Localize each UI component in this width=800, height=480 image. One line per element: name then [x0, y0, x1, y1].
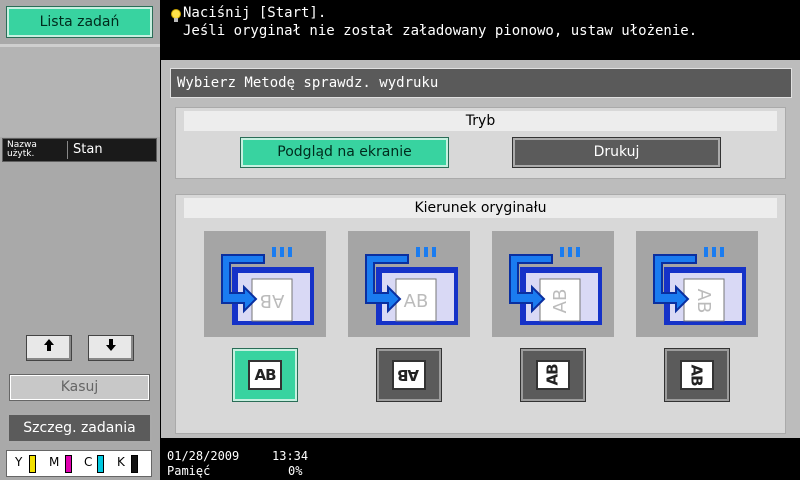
job-list-header: Nazwa użytk. Stan — [2, 138, 157, 162]
glyph-label: AB — [254, 366, 276, 384]
arrow-up-icon — [43, 339, 55, 356]
scroll-down-button[interactable] — [88, 335, 134, 361]
toner-y-bar — [29, 455, 36, 473]
job-list-button[interactable]: Lista zadań — [6, 6, 153, 38]
left-upper-area — [0, 47, 160, 137]
glyph-label: AB — [398, 366, 420, 384]
status-column-label: Stan — [73, 142, 103, 157]
original-direction-section: Kierunek oryginału AB AB AB AB AB AB AB … — [175, 194, 786, 434]
print-button[interactable]: Drukuj — [512, 137, 721, 168]
svg-text:AB: AB — [693, 289, 714, 314]
orientation-rotated-left-icon: AB — [509, 247, 602, 325]
preview-on-screen-button[interactable]: Podgląd na ekranie — [240, 137, 449, 168]
toner-levels: Y M C K — [6, 450, 152, 477]
toner-c-bar — [97, 455, 104, 473]
toner-k-label: K — [117, 455, 125, 469]
memory-value: 0% — [288, 464, 303, 478]
glyph-label: AB — [543, 364, 562, 386]
arrow-down-icon — [105, 339, 117, 356]
svg-text:AB: AB — [260, 290, 285, 311]
ab-glyph: AB — [392, 360, 426, 390]
mode-heading: Tryb — [184, 111, 777, 131]
memory-label: Pamięć — [167, 464, 211, 478]
toner-m-label: M — [49, 455, 60, 469]
orientation-rotated-right-button[interactable]: AB — [664, 348, 730, 402]
orientation-card-1: AB — [204, 231, 326, 337]
orientation-rotated-right-icon: AB — [653, 247, 746, 325]
instruction-line-2: Jeśli oryginał nie został załadowany pio… — [183, 23, 698, 39]
instruction-line-1: Naciśnij [Start]. — [183, 5, 327, 21]
ab-glyph: AB — [248, 360, 282, 390]
svg-text:AB: AB — [404, 291, 429, 312]
toner-y-label: Y — [15, 455, 23, 469]
header-separator — [67, 141, 68, 159]
ab-glyph: AB — [680, 360, 714, 390]
mode-section: Tryb Podgląd na ekranie Drukuj — [175, 107, 786, 179]
orientation-upside-down-button[interactable]: AB — [376, 348, 442, 402]
direction-heading: Kierunek oryginału — [184, 198, 777, 218]
glyph-label: AB — [687, 364, 706, 386]
lightbulb-icon — [170, 8, 182, 22]
toner-m-bar — [65, 455, 72, 473]
ab-glyph: AB — [536, 360, 570, 390]
user-name-column-label: Nazwa użytk. — [7, 140, 37, 159]
left-panel: Lista zadań Nazwa użytk. Stan Kasuj Szcz… — [0, 0, 160, 480]
toner-c-label: C — [84, 455, 93, 469]
orientation-upright-button[interactable]: AB — [232, 348, 298, 402]
orientation-upside-down-icon: AB — [365, 247, 458, 325]
job-details-button[interactable]: Szczeg. zadania — [7, 413, 152, 443]
orientation-card-2: AB — [348, 231, 470, 337]
main-panel: Wybierz Metodę sprawdz. wydruku Tryb Pod… — [161, 60, 800, 438]
orientation-card-4: AB — [636, 231, 758, 337]
toner-k-bar — [131, 455, 138, 473]
orientation-card-3: AB — [492, 231, 614, 337]
orientation-rotated-left-button[interactable]: AB — [520, 348, 586, 402]
page-title: Wybierz Metodę sprawdz. wydruku — [170, 68, 792, 98]
delete-button[interactable]: Kasuj — [9, 374, 150, 401]
orientation-upright-icon: AB — [221, 247, 314, 325]
status-date: 01/28/2009 — [167, 449, 240, 463]
status-time: 13:34 — [272, 449, 309, 463]
scroll-up-button[interactable] — [26, 335, 72, 361]
svg-text:AB: AB — [550, 289, 571, 314]
